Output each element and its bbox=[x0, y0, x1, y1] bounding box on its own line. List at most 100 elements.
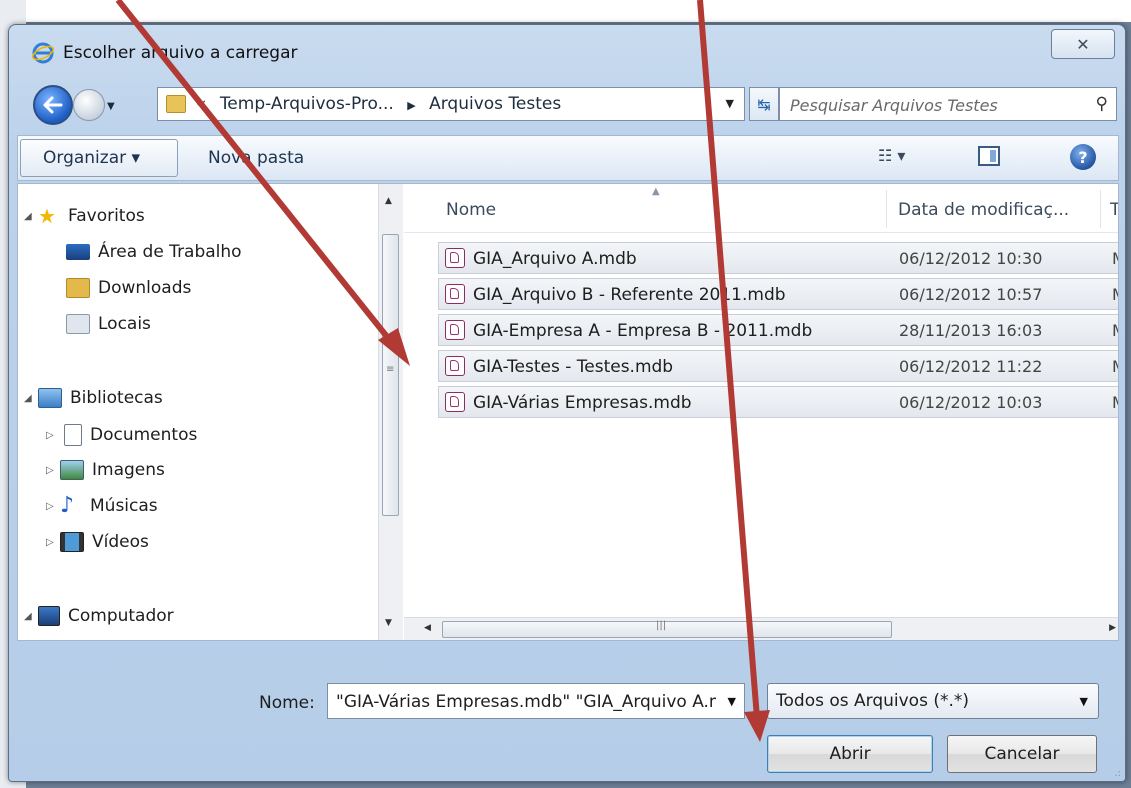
chevron-down-icon[interactable]: ▼ bbox=[728, 695, 736, 708]
back-button[interactable] bbox=[33, 85, 73, 125]
collapsed-triangle-icon[interactable]: ▷ bbox=[46, 430, 60, 441]
file-open-dialog: Escolher arquivo a carregar ✕ ▼ « Temp-A… bbox=[8, 24, 1126, 782]
access-database-icon bbox=[445, 392, 465, 412]
scrollbar-grip-icon: ≡ bbox=[386, 364, 395, 375]
expanded-triangle-icon[interactable]: ◢ bbox=[24, 393, 38, 404]
command-toolbar: Organizar ▾ Nova pasta ☷ ▾ ? bbox=[17, 135, 1119, 181]
breadcrumb-item-arquivos-testes[interactable]: Arquivos Testes bbox=[429, 94, 561, 114]
search-box[interactable]: ⚲ bbox=[779, 87, 1117, 121]
table-row[interactable]: GIA-Empresa A - Empresa B - 2011.mdb 28/… bbox=[438, 314, 1118, 346]
navigation-pane-scrollbar[interactable]: ▲ ≡ ▼ bbox=[378, 184, 403, 640]
preview-pane-icon[interactable] bbox=[978, 146, 1000, 166]
sidebar-item-label: Computador bbox=[68, 606, 174, 626]
libraries-icon bbox=[38, 388, 62, 408]
cancel-button[interactable]: Cancelar bbox=[947, 735, 1097, 773]
sidebar-item-label: Favoritos bbox=[68, 206, 145, 226]
navigation-bar: ▼ « Temp-Arquivos-Pro... ▶ Arquivos Test… bbox=[9, 77, 1125, 133]
file-name: GIA-Várias Empresas.mdb bbox=[473, 393, 692, 413]
sidebar-item-downloads[interactable]: Downloads bbox=[66, 278, 191, 298]
collapsed-triangle-icon[interactable]: ▷ bbox=[46, 465, 60, 476]
file-type: Mi bbox=[1112, 393, 1118, 412]
sidebar-item-favorites[interactable]: ◢ ★ Favoritos bbox=[24, 206, 145, 226]
expanded-triangle-icon[interactable]: ◢ bbox=[24, 211, 38, 222]
search-icon[interactable]: ⚲ bbox=[1096, 94, 1108, 114]
column-header-date[interactable]: Data de modificaç... bbox=[898, 200, 1069, 220]
sidebar-item-label: Imagens bbox=[92, 460, 165, 480]
refresh-button[interactable]: ↹ bbox=[749, 87, 779, 121]
scroll-left-icon[interactable]: ◀ bbox=[424, 623, 431, 633]
sidebar-item-libraries[interactable]: ◢ Bibliotecas bbox=[24, 388, 163, 408]
file-date: 28/11/2013 16:03 bbox=[899, 321, 1043, 340]
change-view-icon[interactable]: ☷ ▾ bbox=[878, 146, 905, 165]
chevron-right-icon[interactable]: ▶ bbox=[407, 99, 415, 112]
table-row[interactable]: GIA-Várias Empresas.mdb 06/12/2012 10:03… bbox=[438, 386, 1118, 418]
collapsed-triangle-icon[interactable]: ▷ bbox=[46, 501, 60, 512]
open-button[interactable]: Abrir bbox=[767, 735, 933, 773]
recent-places-icon bbox=[66, 314, 90, 334]
resize-grip-icon[interactable]: .: bbox=[1114, 768, 1121, 779]
file-type: Mi bbox=[1112, 321, 1118, 340]
sidebar-item-music[interactable]: ▷ ♪ Músicas bbox=[46, 493, 158, 518]
access-database-icon bbox=[445, 356, 465, 376]
refresh-icon: ↹ bbox=[757, 94, 771, 114]
sidebar-item-label: Área de Trabalho bbox=[98, 242, 242, 262]
background-window-top bbox=[0, 0, 1131, 22]
music-note-icon: ♪ bbox=[60, 493, 75, 518]
file-name-combobox[interactable]: ▼ bbox=[327, 683, 745, 719]
table-row[interactable]: GIA_Arquivo A.mdb 06/12/2012 10:30 Mi bbox=[438, 242, 1118, 274]
file-name: GIA_Arquivo B - Referente 2011.mdb bbox=[473, 285, 786, 305]
chevron-down-icon[interactable]: ▼ bbox=[1080, 695, 1088, 708]
star-icon: ★ bbox=[38, 204, 56, 228]
breadcrumb-item-temp[interactable]: Temp-Arquivos-Pro... bbox=[220, 94, 394, 114]
desktop-icon bbox=[66, 244, 90, 260]
scroll-right-icon[interactable]: ▶ bbox=[1109, 623, 1116, 633]
file-name-input[interactable] bbox=[334, 689, 718, 715]
column-divider[interactable] bbox=[886, 190, 887, 228]
access-database-icon bbox=[445, 284, 465, 304]
sidebar-item-documents[interactable]: ▷ Documentos bbox=[46, 424, 197, 446]
new-folder-button[interactable]: Nova pasta bbox=[208, 148, 304, 168]
scroll-down-icon[interactable]: ▼ bbox=[385, 618, 392, 628]
file-list: ▲ Nome Data de modificaç... Tip GIA_Arqu… bbox=[404, 184, 1118, 640]
file-date: 06/12/2012 11:22 bbox=[899, 357, 1043, 376]
sidebar-item-desktop[interactable]: Área de Trabalho bbox=[66, 242, 242, 262]
column-header-type[interactable]: Tip bbox=[1110, 200, 1118, 220]
scrollbar-thumb[interactable] bbox=[442, 621, 892, 638]
file-date: 06/12/2012 10:57 bbox=[899, 285, 1043, 304]
organize-button[interactable]: Organizar ▾ bbox=[20, 139, 178, 177]
recent-locations-dropdown[interactable]: ▼ bbox=[107, 101, 115, 112]
downloads-folder-icon bbox=[66, 278, 90, 298]
sidebar-item-videos[interactable]: ▷ Vídeos bbox=[46, 532, 149, 552]
address-bar[interactable]: « Temp-Arquivos-Pro... ▶ Arquivos Testes… bbox=[157, 87, 745, 121]
search-input[interactable] bbox=[788, 92, 1082, 118]
file-type: Mi bbox=[1112, 285, 1118, 304]
access-database-icon bbox=[445, 248, 465, 268]
forward-button[interactable] bbox=[73, 89, 105, 121]
expanded-triangle-icon[interactable]: ◢ bbox=[24, 611, 38, 622]
sort-ascending-icon: ▲ bbox=[652, 186, 660, 197]
scrollbar-thumb[interactable] bbox=[382, 234, 399, 516]
collapsed-triangle-icon[interactable]: ▷ bbox=[46, 537, 60, 548]
close-button[interactable]: ✕ bbox=[1051, 29, 1115, 59]
file-list-horizontal-scrollbar[interactable]: ◀ ||| ▶ bbox=[404, 617, 1118, 640]
scroll-up-icon[interactable]: ▲ bbox=[385, 196, 392, 206]
file-type-filter[interactable]: Todos os Arquivos (*.*) ▼ bbox=[767, 683, 1099, 719]
navigation-pane: ◢ ★ Favoritos Área de Trabalho Downloads… bbox=[18, 184, 378, 640]
column-divider[interactable] bbox=[1100, 190, 1101, 228]
sidebar-item-recent-places[interactable]: Locais bbox=[66, 314, 151, 334]
file-date: 06/12/2012 10:30 bbox=[899, 249, 1043, 268]
help-icon[interactable]: ? bbox=[1070, 144, 1096, 170]
sidebar-item-pictures[interactable]: ▷ Imagens bbox=[46, 460, 165, 480]
table-row[interactable]: GIA-Testes - Testes.mdb 06/12/2012 11:22… bbox=[438, 350, 1118, 382]
column-header-name[interactable]: Nome bbox=[446, 200, 496, 220]
sidebar-item-label: Downloads bbox=[98, 278, 192, 298]
sidebar-item-computer[interactable]: ◢ Computador bbox=[24, 606, 174, 626]
file-name: GIA-Testes - Testes.mdb bbox=[473, 357, 674, 377]
breadcrumb-overflow[interactable]: « bbox=[196, 94, 206, 114]
dialog-footer: Nome: ▼ Todos os Arquivos (*.*) ▼ Abrir … bbox=[9, 643, 1125, 783]
scrollbar-grip-icon: ||| bbox=[656, 620, 667, 631]
folder-icon bbox=[166, 95, 186, 113]
table-row[interactable]: GIA_Arquivo B - Referente 2011.mdb 06/12… bbox=[438, 278, 1118, 310]
computer-icon bbox=[38, 606, 60, 626]
chevron-down-icon[interactable]: ▼ bbox=[726, 97, 734, 110]
